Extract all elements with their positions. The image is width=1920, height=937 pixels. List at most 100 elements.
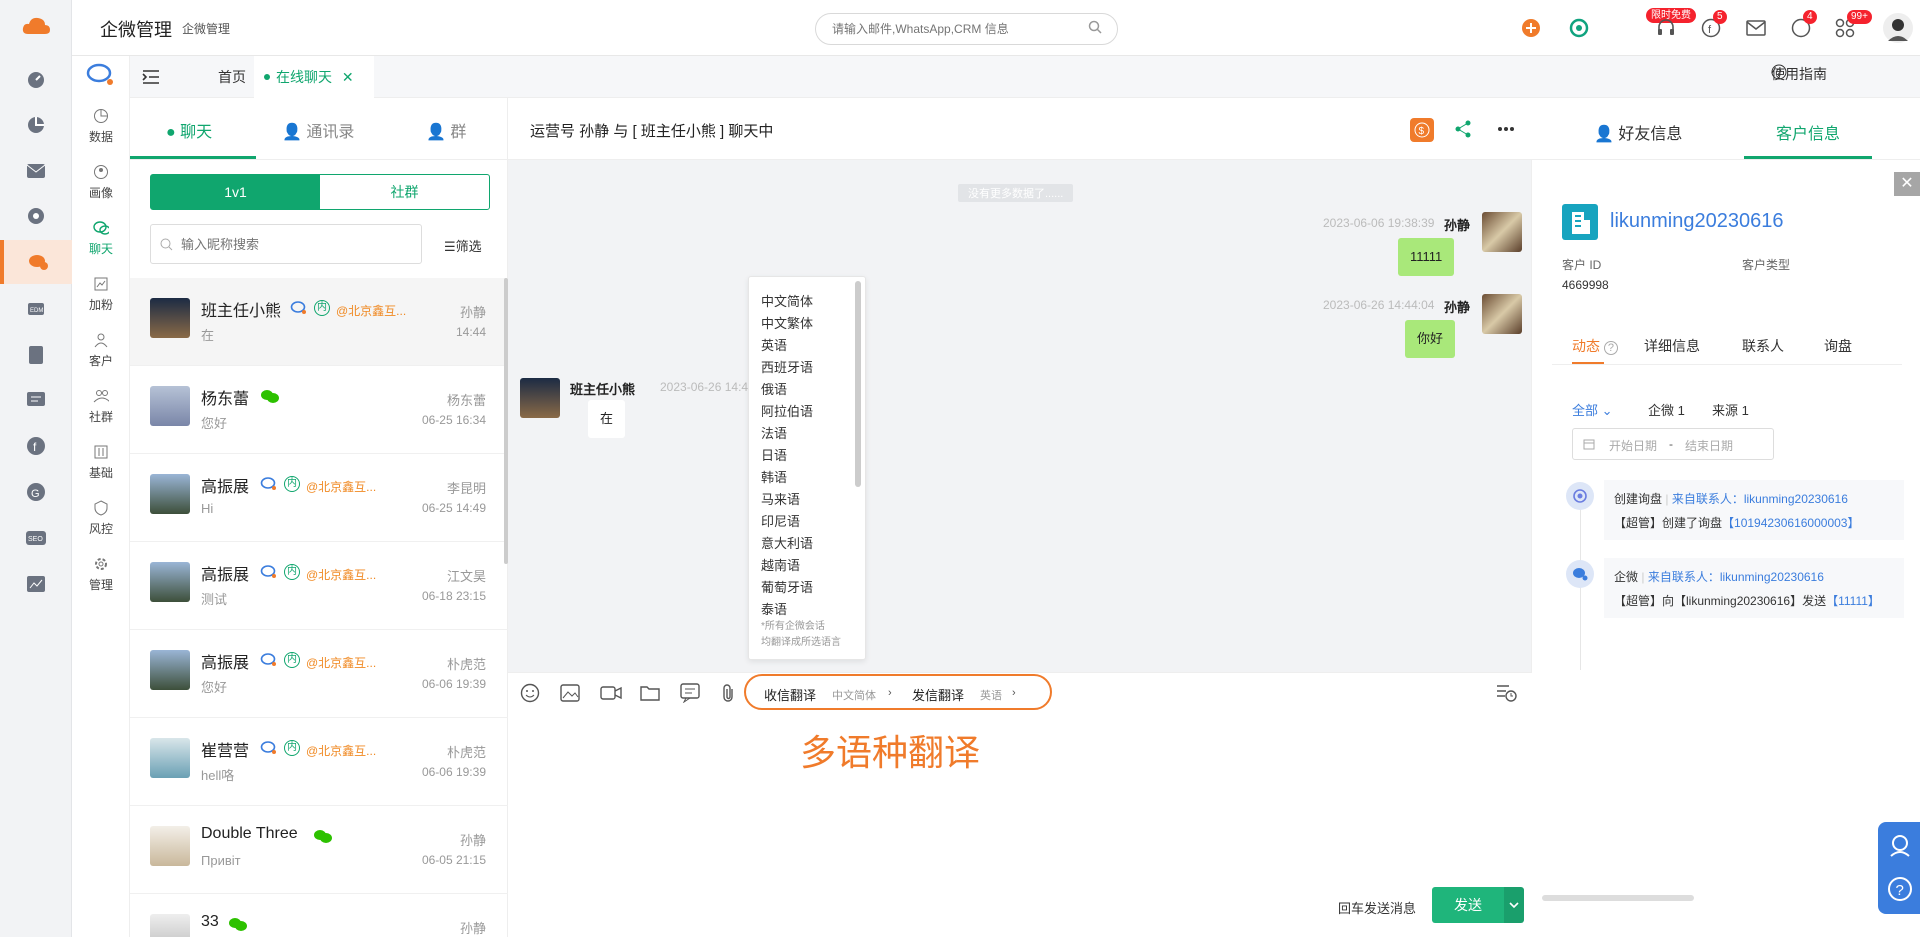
facebook-icon[interactable]: f (24, 434, 48, 458)
apps-icon[interactable]: 99+ (1833, 10, 1872, 40)
chevron-right-icon[interactable]: › (888, 687, 892, 699)
list-item[interactable]: 高振展 内 @北京鑫互... 您好 朴虎范 06-06 19:39 (130, 630, 508, 718)
filter-all[interactable]: 全部 ⌄ (1572, 400, 1613, 419)
receive-translate-value[interactable]: 中文简体 (832, 687, 876, 703)
inquiry-link[interactable]: 【10194230616000003】 (1722, 516, 1859, 530)
nav-item-basic[interactable]: 基础 (72, 444, 130, 481)
list-item[interactable]: 班主任小熊 内 @北京鑫互... 在 孙静 14:44 (130, 278, 508, 366)
nav-item-manage[interactable]: 管理 (72, 556, 130, 593)
nav-item-data[interactable]: 数据 (72, 108, 130, 145)
nav-item-risk[interactable]: 风控 (72, 500, 130, 537)
list-item[interactable]: Double Three Привіт 孙静 06-05 21:15 (130, 806, 508, 894)
document-icon[interactable] (24, 343, 48, 367)
seg-community[interactable]: 社群 (320, 175, 489, 209)
video-icon[interactable] (600, 685, 622, 701)
attachment-icon[interactable] (720, 683, 736, 703)
tab-contacts[interactable]: 联系人 (1742, 336, 1784, 356)
help-icon[interactable]: ? (1603, 341, 1619, 355)
folder-icon[interactable] (640, 684, 660, 702)
language-option[interactable]: 日语 (761, 445, 787, 464)
whatsapp-icon[interactable] (24, 204, 48, 228)
list-item[interactable]: 崔营营 内 @北京鑫互... hell咯 朴虎范 06-06 19:39 (130, 718, 508, 806)
tab-friend-info[interactable]: 👤 好友信息 (1594, 120, 1682, 144)
filter-source[interactable]: 来源 1 (1712, 400, 1749, 419)
whatsapp-notify-icon[interactable]: 4 (1789, 10, 1817, 40)
headset-icon[interactable] (1654, 16, 1678, 40)
message-board-icon[interactable] (24, 388, 48, 412)
pie-chart-icon[interactable] (24, 113, 48, 137)
list-item[interactable]: 33 孙静 (130, 894, 508, 937)
dashboard-icon[interactable] (24, 68, 48, 92)
language-option[interactable]: 英语 (761, 335, 787, 354)
language-option[interactable]: 印尼语 (761, 511, 800, 530)
send-translate-value[interactable]: 英语 (980, 687, 1002, 703)
tab-online-chat[interactable]: 在线聊天 ✕ (254, 56, 374, 98)
mail-notify-icon[interactable] (1744, 16, 1768, 40)
language-option[interactable]: 意大利语 (761, 533, 813, 552)
customer-name[interactable]: likunming20230616 (1610, 210, 1783, 233)
nickname-search-input[interactable] (150, 224, 422, 264)
nav-item-customer[interactable]: 客户 (72, 332, 130, 369)
tab-inquiry[interactable]: 询盘 (1824, 336, 1852, 356)
message-link[interactable]: 【11111】 (1826, 594, 1880, 608)
language-option[interactable]: 葡萄牙语 (761, 577, 813, 596)
help-icon[interactable]: ? (1887, 876, 1913, 902)
quick-reply-icon[interactable] (680, 683, 700, 703)
history-icon[interactable] (1496, 683, 1518, 703)
more-icon[interactable] (1498, 126, 1514, 132)
seo-icon[interactable]: SEO (24, 526, 48, 550)
language-option[interactable]: 韩语 (761, 467, 787, 486)
nav-item-community[interactable]: 社群 (72, 388, 130, 425)
image-icon[interactable] (560, 684, 580, 702)
nav-item-add-fans[interactable]: 加粉 (72, 276, 130, 313)
nav-item-portrait[interactable]: 画像 (72, 164, 130, 201)
user-guide-link[interactable]: 使用指南 (1771, 64, 1827, 84)
language-option[interactable]: 法语 (761, 423, 787, 442)
google-icon[interactable]: G (24, 480, 48, 504)
enter-to-send-label[interactable]: 回车发送消息 (1338, 898, 1416, 917)
tab-chat[interactable]: ● 聊天 (166, 118, 212, 142)
global-search-input[interactable] (815, 13, 1118, 45)
mail-icon[interactable] (24, 159, 48, 183)
panel-scrollbar[interactable] (1542, 895, 1694, 901)
start-date-placeholder[interactable]: 开始日期 (1609, 437, 1657, 454)
send-translate-label[interactable]: 发信翻译 (912, 685, 964, 704)
list-item[interactable]: 杨东蕾 您好 杨东蕾 06-25 16:34 (130, 366, 508, 454)
filter-wecom[interactable]: 企微 1 (1648, 400, 1685, 419)
contact-link[interactable]: likunming20230616 (1744, 492, 1848, 506)
dropdown-scrollbar[interactable] (855, 281, 861, 487)
add-icon[interactable] (1519, 16, 1543, 40)
chatgpt-icon[interactable] (1567, 16, 1591, 40)
list-item[interactable]: 高振展 内 @北京鑫互... 测试 江文昊 06-18 23:15 (130, 542, 508, 630)
facebook-notify-icon[interactable]: f5 (1699, 10, 1727, 40)
tab-group[interactable]: 👤 群 (426, 118, 466, 142)
language-option[interactable]: 中文繁体 (761, 313, 813, 332)
close-tab-icon[interactable]: ✕ (342, 69, 354, 85)
tab-address-book[interactable]: 👤 通讯录 (282, 118, 354, 142)
chevron-right-icon[interactable]: › (1012, 687, 1016, 699)
trend-chart-icon[interactable] (24, 572, 48, 596)
language-option[interactable]: 越南语 (761, 555, 800, 574)
language-option[interactable]: 阿拉伯语 (761, 401, 813, 420)
receive-translate-label[interactable]: 收信翻译 (764, 685, 816, 704)
language-option[interactable]: 俄语 (761, 379, 787, 398)
date-range-picker[interactable]: 开始日期 - 结束日期 (1572, 428, 1774, 460)
dollar-icon[interactable]: $ (1410, 118, 1434, 142)
end-date-placeholder[interactable]: 结束日期 (1685, 437, 1733, 454)
filter-button[interactable]: ☰筛选 (444, 236, 482, 255)
seg-1v1[interactable]: 1v1 (151, 175, 320, 209)
edm-icon[interactable]: EDM (24, 297, 48, 321)
tab-customer-info[interactable]: 客户信息 (1776, 120, 1840, 144)
tab-activity[interactable]: 动态 ? (1572, 336, 1619, 356)
emoji-icon[interactable] (520, 683, 540, 703)
list-item[interactable]: 高振展 内 @北京鑫互... Hi 李昆明 06-25 14:49 (130, 454, 508, 542)
send-button[interactable]: 发送 (1432, 887, 1504, 923)
send-options-button[interactable] (1504, 887, 1524, 923)
share-icon[interactable] (1454, 120, 1472, 138)
close-panel-button[interactable]: ✕ (1894, 172, 1920, 196)
search-icon[interactable] (1088, 20, 1102, 34)
collapse-menu-icon[interactable] (142, 70, 160, 84)
wecom-chat-icon[interactable] (0, 240, 72, 284)
language-option[interactable]: 西班牙语 (761, 357, 813, 376)
language-option[interactable]: 马来语 (761, 489, 800, 508)
